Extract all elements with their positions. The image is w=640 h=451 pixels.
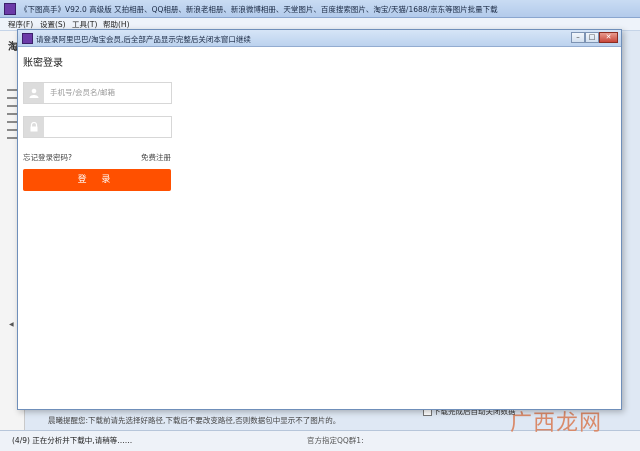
- login-dialog: 请登录阿里巴巴/淘宝会员,后全部产品显示完整后关闭本窗口继续 – □ ✕ 账密登…: [17, 29, 622, 410]
- scroll-left-arrow-icon[interactable]: ◀: [9, 321, 14, 328]
- status-qq-group: 官方指定QQ群1:: [307, 436, 364, 445]
- forgot-password-link[interactable]: 忘记登录密码?: [23, 152, 72, 163]
- user-icon: [24, 83, 44, 103]
- login-button[interactable]: 登 录: [23, 169, 171, 191]
- username-input[interactable]: [50, 83, 168, 101]
- login-mode-title: 账密登录: [23, 58, 63, 69]
- username-field[interactable]: [23, 82, 172, 104]
- status-progress: (4/9) 正在分析并下载中,请稍等……: [12, 436, 133, 445]
- dialog-title-bar: 请登录阿里巴巴/淘宝会员,后全部产品显示完整后关闭本窗口继续 – □ ✕: [18, 30, 621, 47]
- download-hint: 晨曦提醒您:下载前请先选择好路径,下载后不要改变路径,否则数据包中显示不了图片的…: [48, 416, 341, 425]
- password-input[interactable]: [50, 117, 168, 135]
- password-field[interactable]: [23, 116, 172, 138]
- close-button[interactable]: ✕: [599, 32, 618, 43]
- main-title-bar: 《下图高手》V92.0 高级版 又拍相册、QQ相册、新浪老相册、新浪微博相册、天…: [0, 0, 640, 18]
- lock-icon: [24, 117, 44, 137]
- dialog-title: 请登录阿里巴巴/淘宝会员,后全部产品显示完整后关闭本窗口继续: [36, 35, 251, 44]
- register-link[interactable]: 免费注册: [141, 152, 171, 163]
- minimize-button[interactable]: –: [571, 32, 585, 43]
- app-icon: [4, 3, 16, 15]
- dialog-app-icon: [22, 33, 33, 44]
- maximize-button[interactable]: □: [585, 32, 599, 43]
- main-window-title: 《下图高手》V92.0 高级版 又拍相册、QQ相册、新浪老相册、新浪微博相册、天…: [20, 5, 498, 14]
